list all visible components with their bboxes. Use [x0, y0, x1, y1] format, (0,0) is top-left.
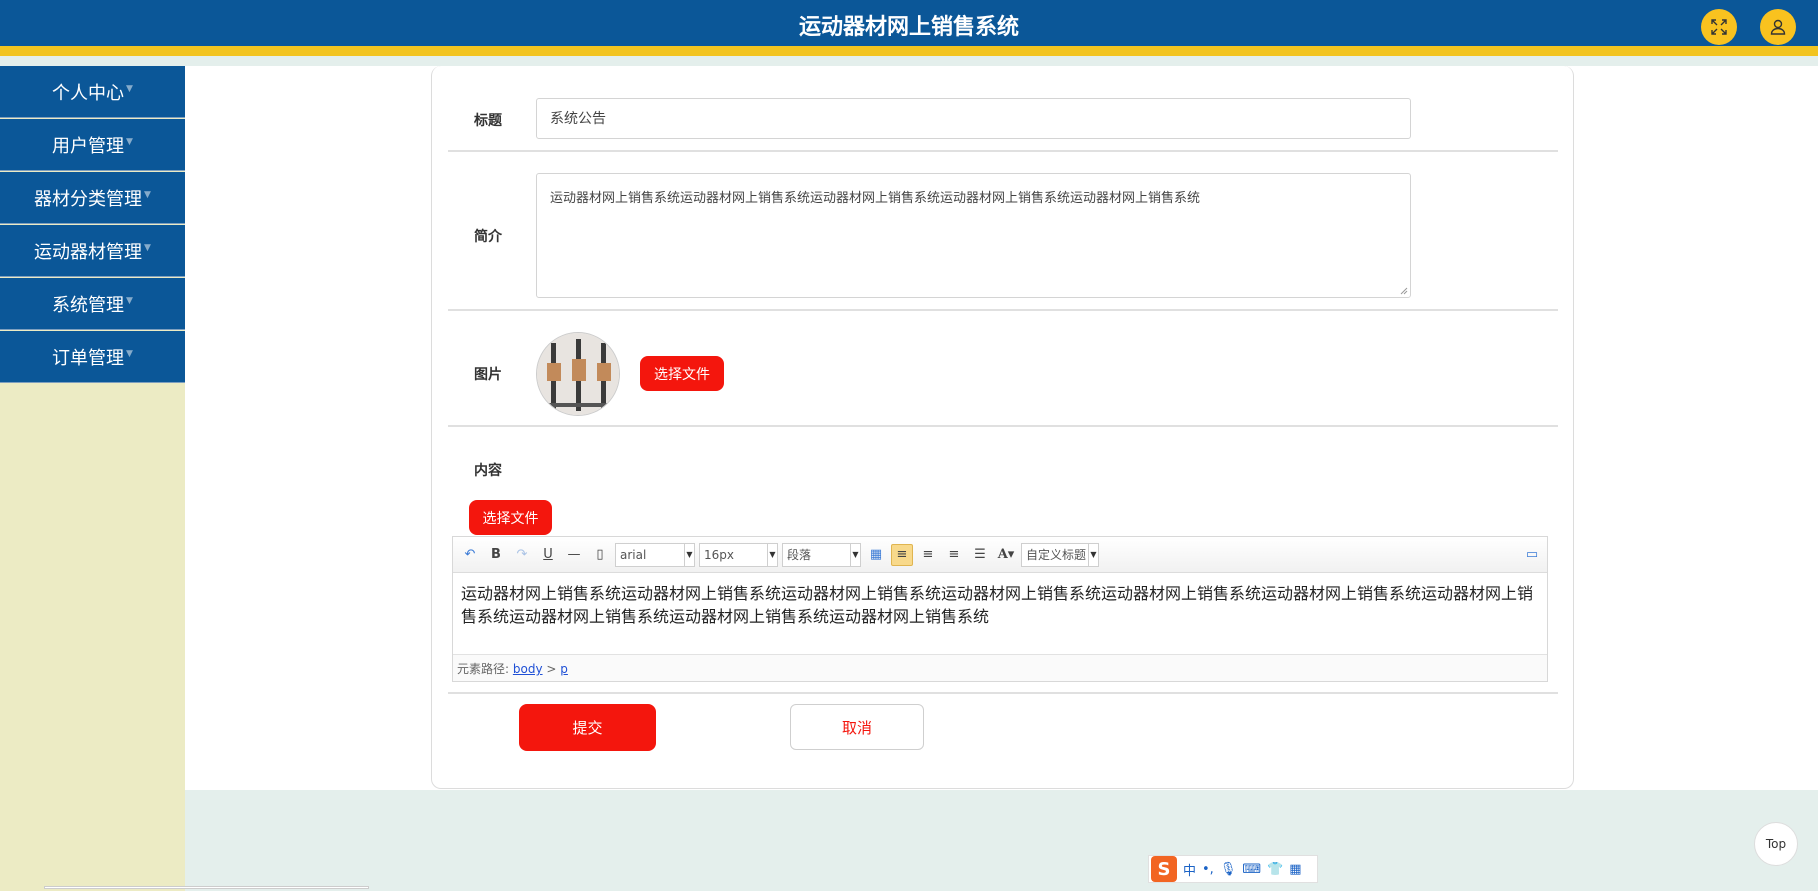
intro-textarea[interactable]: 运动器材网上销售系统运动器材网上销售系统运动器材网上销售系统运动器材网上销售系统…	[536, 173, 1411, 298]
dropdown-arrow-icon: ▼	[684, 543, 694, 566]
sogou-logo-icon: S	[1151, 856, 1177, 882]
redo-icon[interactable]: ↷	[511, 544, 533, 566]
header-bar: 运动器材网上销售系统	[0, 0, 1818, 56]
undo-icon[interactable]: ↶	[459, 544, 481, 566]
sidebar-item-personal[interactable]: 个人中心 ▼	[0, 66, 185, 118]
intro-text: 运动器材网上销售系统运动器材网上销售系统运动器材网上销售系统运动器材网上销售系统…	[550, 191, 1201, 206]
divider	[448, 692, 1558, 694]
align-center-icon[interactable]: ≡	[943, 544, 965, 566]
app-title: 运动器材网上销售系统	[798, 15, 1019, 40]
taskbar-fragment	[44, 886, 369, 889]
equipment-image	[537, 333, 619, 415]
editor-toolbar: ↶ B ↷ U — ▯ arial ▼ 16px ▼ 段落 ▼ ▦ ≡ ≡ ≡ ☰ A…	[453, 537, 1547, 573]
cancel-button[interactable]: 取消	[790, 704, 924, 750]
preview-icon[interactable]: ▭	[1521, 544, 1543, 566]
title-label: 标题	[474, 113, 502, 129]
caret-down-icon: ▼	[126, 348, 133, 359]
submit-button[interactable]: 提交	[519, 704, 656, 751]
content-row: 内容	[448, 460, 1558, 490]
bold-icon[interactable]: B	[485, 544, 507, 566]
fullscreen-button[interactable]	[1701, 9, 1737, 45]
divider	[448, 425, 1558, 427]
rich-text-editor: ↶ B ↷ U — ▯ arial ▼ 16px ▼ 段落 ▼ ▦ ≡ ≡ ≡ ☰ A…	[452, 536, 1548, 682]
image-label: 图片	[474, 367, 502, 383]
page-icon[interactable]: ▯	[589, 544, 611, 566]
microphone-icon[interactable]: 🎙	[1220, 862, 1237, 877]
dropdown-arrow-icon: ▼	[850, 543, 860, 566]
ime-toolbar: S 中 •, 🎙 ⌨ 👕 ▦	[1148, 855, 1318, 883]
back-to-top-button[interactable]: Top	[1754, 822, 1798, 866]
image-thumbnail	[536, 332, 620, 416]
path-separator: >	[546, 662, 557, 676]
apps-grid-icon[interactable]: ▦	[1289, 862, 1301, 877]
content-label: 内容	[474, 463, 502, 479]
sidebar-item-category[interactable]: 器材分类管理 ▼	[0, 172, 185, 224]
sidebar-item-equipment[interactable]: 运动器材管理 ▼	[0, 225, 185, 277]
paragraph-value: 段落	[787, 548, 812, 562]
custom-title-value: 自定义标题	[1026, 548, 1087, 562]
punctuation-icon[interactable]: •,	[1202, 862, 1214, 877]
ime-language[interactable]: 中	[1183, 860, 1196, 879]
font-size-select[interactable]: 16px ▼	[699, 542, 778, 567]
user-icon	[1770, 19, 1786, 35]
caret-down-icon: ▼	[144, 242, 151, 253]
expand-icon	[1711, 19, 1727, 35]
horizontal-rule-icon[interactable]: —	[563, 544, 585, 566]
sidebar-item-orders[interactable]: 订单管理 ▼	[0, 331, 185, 383]
paragraph-select[interactable]: 段落 ▼	[782, 542, 861, 567]
editor-content[interactable]: 运动器材网上销售系统运动器材网上销售系统运动器材网上销售系统运动器材网上销售系统…	[453, 573, 1547, 654]
align-justify-icon[interactable]: ☰	[969, 544, 991, 566]
content-choose-file-button[interactable]: 选择文件	[469, 500, 552, 535]
divider	[448, 309, 1558, 311]
dropdown-arrow-icon: ▼	[1088, 543, 1098, 566]
sidebar-item-system[interactable]: 系统管理 ▼	[0, 278, 185, 330]
caret-down-icon: ▼	[126, 295, 133, 306]
font-color-icon[interactable]: A▾	[995, 544, 1017, 566]
underline-icon[interactable]: U	[537, 544, 559, 566]
sidebar-item-label: 用户管理	[52, 135, 125, 157]
sidebar-item-label: 运动器材管理	[34, 241, 143, 263]
sidebar-item-label: 器材分类管理	[34, 188, 143, 210]
sidebar-item-label: 个人中心	[52, 82, 125, 104]
sidebar: 个人中心 ▼ 用户管理 ▼ 器材分类管理 ▼ 运动器材管理 ▼ 系统管理 ▼ 订单管理 ▼	[0, 66, 185, 891]
caret-down-icon: ▼	[126, 83, 133, 94]
keyboard-icon[interactable]: ⌨	[1242, 862, 1261, 877]
divider	[448, 150, 1558, 152]
sidebar-item-label: 订单管理	[52, 347, 125, 369]
font-family-select[interactable]: arial ▼	[615, 542, 695, 567]
user-menu-button[interactable]	[1760, 9, 1796, 45]
caret-down-icon: ▼	[126, 136, 133, 147]
path-label: 元素路径:	[457, 662, 510, 676]
title-input[interactable]: 系统公告	[536, 98, 1411, 139]
sidebar-item-users[interactable]: 用户管理 ▼	[0, 119, 185, 171]
custom-title-select[interactable]: 自定义标题 ▼	[1021, 542, 1099, 567]
intro-label: 简介	[474, 229, 502, 245]
resize-handle-icon[interactable]	[1400, 287, 1408, 295]
table-icon[interactable]: ▦	[865, 544, 887, 566]
font-size-value: 16px	[704, 547, 734, 562]
editor-text: 运动器材网上销售系统运动器材网上销售系统运动器材网上销售系统运动器材网上销售系统…	[461, 584, 1534, 626]
align-right-icon[interactable]: ≡	[917, 544, 939, 566]
align-left-icon[interactable]: ≡	[891, 543, 913, 566]
skin-icon[interactable]: 👕	[1267, 862, 1283, 877]
sidebar-item-label: 系统管理	[52, 294, 125, 316]
font-family-value: arial	[620, 547, 647, 562]
caret-down-icon: ▼	[144, 189, 151, 200]
element-path-bar: 元素路径: body > p	[453, 654, 1547, 681]
dropdown-arrow-icon: ▼	[767, 543, 777, 566]
path-body-link[interactable]: body	[513, 662, 543, 676]
image-choose-file-button[interactable]: 选择文件	[640, 356, 724, 391]
path-p-link[interactable]: p	[560, 662, 568, 676]
